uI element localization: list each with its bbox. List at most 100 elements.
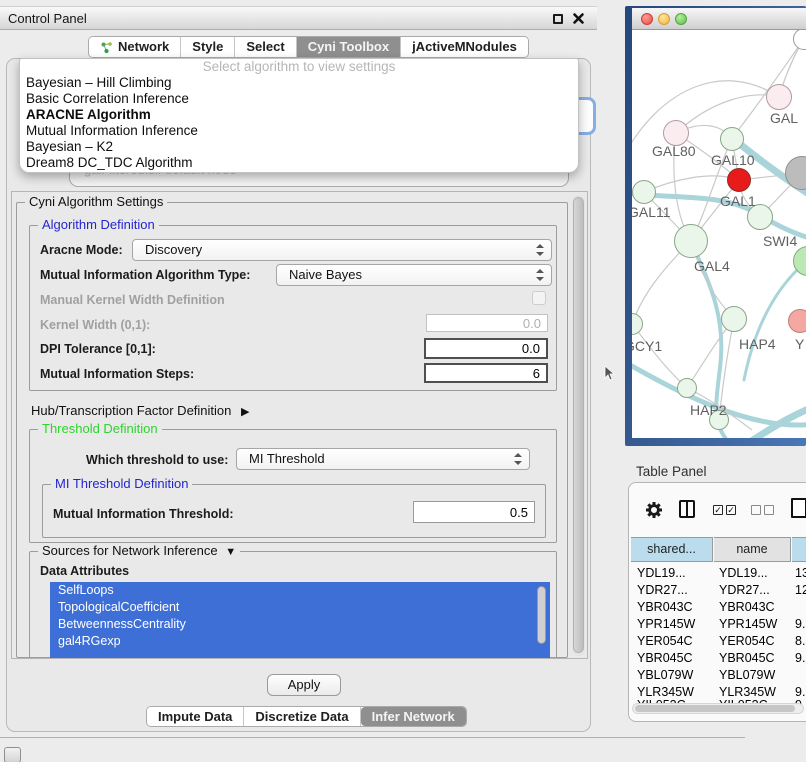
- algorithm-option[interactable]: Basic Correlation Inference: [20, 91, 578, 107]
- column-header-name[interactable]: name: [714, 537, 791, 562]
- column-header-partial[interactable]: [792, 537, 806, 562]
- network-node-gal1[interactable]: [727, 168, 751, 192]
- tab-style[interactable]: Style: [181, 37, 235, 57]
- table-cell[interactable]: YPR145W: [719, 616, 791, 633]
- expand-arrow-icon: ▶: [241, 406, 249, 418]
- table-cell[interactable]: YDR27...: [637, 582, 713, 599]
- table-cell[interactable]: [795, 599, 806, 616]
- aracne-mode-combo[interactable]: Discovery: [132, 239, 552, 261]
- settings-scroll-area: Cyni Algorithm Settings Algorithm Defini…: [11, 191, 588, 659]
- which-threshold-combo[interactable]: MI Threshold: [236, 448, 530, 470]
- unchecked-checkbox-icon[interactable]: [764, 505, 774, 515]
- collapse-arrow-icon: ▼: [225, 546, 236, 558]
- maximize-traffic-light[interactable]: [675, 13, 687, 25]
- table-cell[interactable]: YBL079W: [719, 667, 791, 684]
- threshold-definition-title: Threshold Definition: [38, 421, 162, 436]
- network-node-hap4[interactable]: [721, 306, 747, 332]
- network-node-gal[interactable]: [766, 84, 792, 110]
- network-node-hap2[interactable]: [677, 378, 697, 398]
- node-label: Y: [795, 336, 804, 352]
- tab-discretize-data[interactable]: Discretize Data: [244, 707, 360, 726]
- mi-threshold-field[interactable]: [413, 501, 535, 523]
- node-label: HAP4: [739, 336, 776, 352]
- algorithm-option[interactable]: Bayesian – Hill Climbing: [20, 75, 578, 91]
- unchecked-checkbox-icon[interactable]: [751, 505, 761, 515]
- network-node-gal11[interactable]: [632, 180, 656, 204]
- table-cell[interactable]: 12: [795, 582, 806, 599]
- list-item[interactable]: BetweennessCentrality: [50, 616, 550, 633]
- minimize-traffic-light[interactable]: [658, 13, 670, 25]
- algorithm-option[interactable]: Bayesian – K2: [20, 139, 578, 155]
- list-item[interactable]: TopologicalCoefficient: [50, 599, 550, 616]
- close-icon[interactable]: [572, 12, 585, 25]
- network-node-salmon[interactable]: [788, 309, 806, 333]
- control-panel-tabbar: Network Style Select Cyni Toolbox jActiv…: [88, 36, 529, 58]
- cyni-algorithm-settings-group: Cyni Algorithm Settings Algorithm Defini…: [16, 202, 568, 658]
- table-cell[interactable]: 9.: [795, 616, 806, 633]
- tab-network[interactable]: Network: [89, 37, 181, 57]
- table-cell[interactable]: 8.: [795, 633, 806, 650]
- settings-scrollbar[interactable]: [572, 195, 585, 656]
- dpi-tolerance-field[interactable]: [424, 338, 548, 359]
- tab-jactivemnodules[interactable]: jActiveMNodules: [401, 37, 528, 57]
- split-view-icon[interactable]: [679, 500, 695, 518]
- column-header-shared[interactable]: shared...: [631, 537, 713, 562]
- hub-definition-label: Hub/Transcription Factor Definition: [31, 403, 231, 418]
- tab-style-label: Style: [192, 37, 223, 57]
- mi-algorithm-type-combo[interactable]: Naive Bayes: [276, 264, 552, 286]
- table-cell[interactable]: YDR27...: [719, 582, 791, 599]
- table-cell[interactable]: YBR043C: [637, 599, 713, 616]
- table-cell[interactable]: 13: [795, 565, 806, 582]
- table-cell[interactable]: YPR145W: [637, 616, 713, 633]
- float-panel-icon[interactable]: [553, 14, 563, 24]
- kernel-width-field[interactable]: [426, 314, 548, 332]
- network-window-titlebar[interactable]: [632, 8, 806, 30]
- tab-infer-network[interactable]: Infer Network: [361, 707, 466, 726]
- tab-select[interactable]: Select: [235, 37, 296, 57]
- kernel-width-label: Kernel Width (0,1):: [40, 318, 150, 332]
- which-threshold-label: Which threshold to use:: [86, 453, 228, 467]
- network-node-gal4[interactable]: [674, 224, 708, 258]
- sources-title-toggle[interactable]: Sources for Network Inference ▼: [38, 543, 240, 558]
- table-cell[interactable]: 9.: [795, 650, 806, 667]
- table-cell[interactable]: YBL079W: [637, 667, 713, 684]
- list-item[interactable]: gal4RGexp: [50, 633, 550, 650]
- algorithm-option[interactable]: Mutual Information Inference: [20, 123, 578, 139]
- checked-checkbox-icon[interactable]: ✓: [713, 505, 723, 515]
- mi-steps-field[interactable]: [424, 363, 548, 383]
- table-horizontal-scrollbar[interactable]: [632, 703, 804, 714]
- table-cell[interactable]: YBR045C: [637, 650, 713, 667]
- table-cell[interactable]: YDL19...: [637, 565, 713, 582]
- table-horizontal-scrollbar-thumb[interactable]: [635, 705, 795, 712]
- docked-panel-button[interactable]: [4, 747, 21, 762]
- table-cell[interactable]: YER054C: [637, 633, 713, 650]
- manual-kernel-width-label: Manual Kernel Width Definition: [40, 293, 225, 307]
- list-item[interactable]: SelfLoops: [50, 582, 550, 599]
- table-cell[interactable]: YBR043C: [719, 599, 791, 616]
- algorithm-option[interactable]: Dream8 DC_TDC Algorithm: [20, 155, 578, 171]
- list-scrollbar-thumb[interactable]: [537, 586, 546, 644]
- stepper-icon: [514, 453, 522, 465]
- node-label: GAL4: [694, 258, 730, 274]
- apply-button[interactable]: Apply: [267, 674, 341, 696]
- algorithm-option-selected[interactable]: ARACNE Algorithm: [20, 107, 578, 123]
- close-traffic-light[interactable]: [641, 13, 653, 25]
- hub-definition-toggle[interactable]: Hub/Transcription Factor Definition ▶: [31, 403, 249, 418]
- gear-icon[interactable]: [645, 501, 663, 519]
- table-cell[interactable]: YDL19...: [719, 565, 791, 582]
- table-cell[interactable]: [795, 667, 806, 684]
- tab-cyni-toolbox[interactable]: Cyni Toolbox: [297, 37, 401, 57]
- sources-title: Sources for Network Inference: [42, 543, 218, 558]
- settings-scrollbar-thumb[interactable]: [573, 197, 584, 653]
- algorithm-definition-title: Algorithm Definition: [38, 217, 159, 232]
- manual-kernel-width-checkbox[interactable]: [532, 291, 546, 305]
- table-cell[interactable]: YER054C: [719, 633, 791, 650]
- tab-impute-data[interactable]: Impute Data: [147, 707, 244, 726]
- bottom-divider: [0, 737, 745, 738]
- page-icon[interactable]: [791, 498, 806, 518]
- network-node-gal10[interactable]: [720, 127, 744, 151]
- network-canvas[interactable]: GAL GAL80 GAL10 GAL1 GAL11 SWI4 GAL4 GCY…: [632, 30, 806, 438]
- checked-checkbox-icon[interactable]: ✓: [726, 505, 736, 515]
- table-cell[interactable]: YBR045C: [719, 650, 791, 667]
- mi-steps-label: Mutual Information Steps:: [40, 367, 194, 381]
